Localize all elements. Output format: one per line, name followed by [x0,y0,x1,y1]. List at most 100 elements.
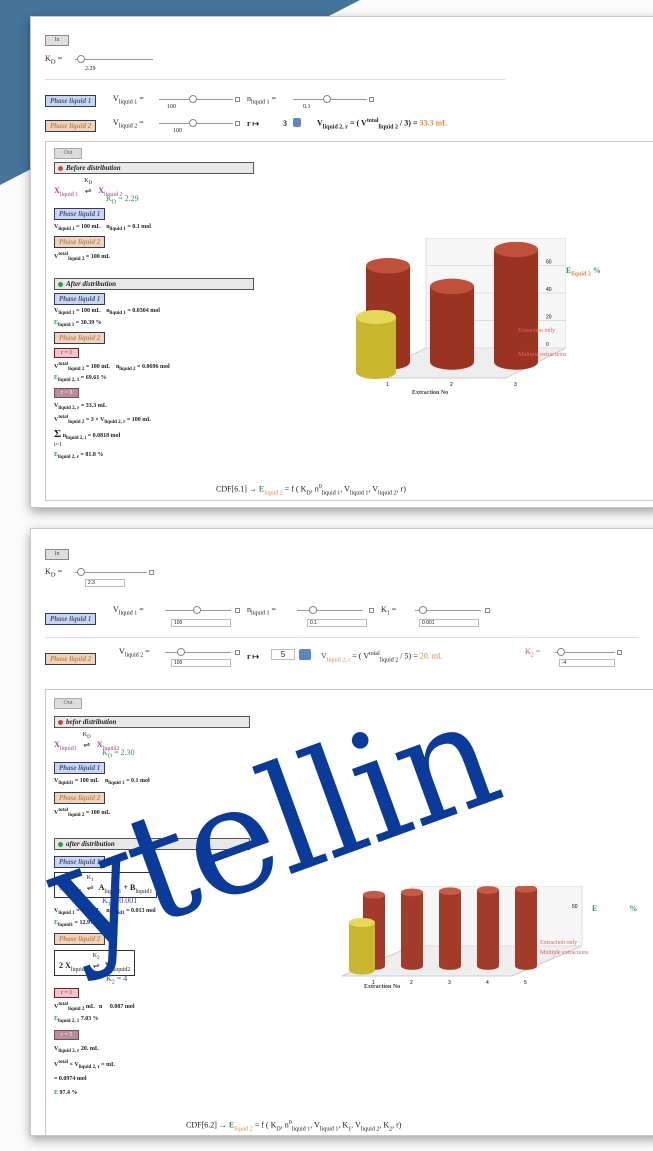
chart1-xlabel: Extraction No [412,390,449,396]
footer-formula-2: CDF[6.2] → Eliquid 2 = f ( KD, n0liquid … [186,1120,402,1133]
out-button-2[interactable]: Out [54,698,82,709]
r-stepper-icon-2[interactable] [299,649,311,660]
chart1-x-label: 1 [386,382,389,388]
panel-1: In KD = 2.29 Phase liquid 1 Vliquid 1 = … [30,16,653,508]
output-area: Out Before distribution Xliquid 1 KD ⇌ Xl… [45,141,653,501]
in-button[interactable]: In [45,35,69,46]
chart2-bar [401,888,423,970]
v1-value-2[interactable]: 100 [171,619,231,627]
r3-sum-bottom: i=1 [54,442,63,448]
after-header: After distribution [54,278,254,290]
separator [45,79,505,80]
vr-formula-2: Vliquid 2, r = ( Vtotalliquid 2 / 5) = 2… [321,651,443,664]
n-slider-2[interactable] [297,606,363,614]
k1-slider[interactable] [415,606,481,614]
v2-slider-2[interactable] [165,648,231,656]
k2-slider[interactable] [555,648,615,656]
r3-label: r = 3 [54,388,80,398]
n-plus-icon[interactable] [369,97,374,102]
after-phase2: Phase liquid 2 [54,332,106,344]
v2-label-2: Vliquid 2 = [119,647,150,659]
r3-e: Eliquid 2, r = 81.8 % [54,452,104,461]
kd-slider-2[interactable] [75,568,147,576]
r-value-2[interactable]: 5 [271,649,295,660]
before-phase1-2: Phase liquid 1 [54,762,106,774]
kd-label-2: KD = [45,567,63,579]
chart1-tick-label: 60 [546,260,552,266]
n-label-2: nliquid 1 = [247,605,277,617]
r-value: 3 [283,119,287,128]
chart1-x-label: 3 [514,382,517,388]
k1-label: K1 = [381,605,397,617]
r-stepper-icon[interactable] [293,118,301,127]
v2-slider[interactable] [159,119,233,127]
kd-plus-icon-2[interactable] [149,570,154,575]
chart1-x-label: 2 [450,382,453,388]
k1-plus-icon[interactable] [485,608,490,613]
separator-2 [45,637,639,638]
kd-display-2: KD = 2.30 [102,748,135,760]
n-value: 0.1 [303,104,311,110]
n-plus-icon-2[interactable] [369,608,374,613]
v2-label: Vliquid 2 = [113,118,144,130]
k2-plus-icon[interactable] [617,650,622,655]
after-e1: Eliquid 1 = 30.39 % [54,320,102,329]
in-button-2[interactable]: In [45,549,69,560]
v1-plus-icon-2[interactable] [235,608,240,613]
n-slider[interactable] [293,95,367,103]
v1-label: Vliquid 1 = [113,94,144,106]
kd-display: KD = 2.29 [106,194,139,206]
r5-line1: Vliquid 2, r 20. mL [54,1046,99,1055]
chart1-legend-1: Extraction only [518,328,556,334]
r1-e-2: Eliquid 2, 1 7.03 % [54,1016,99,1025]
v1-slider[interactable] [159,95,233,103]
v2-plus-icon[interactable] [235,121,240,126]
r3-line1: Vliquid 2, r = 33.3 mL [54,403,107,412]
chart1-tick-label: 40 [546,287,552,293]
n-value-2[interactable]: 0.1 [307,619,367,627]
chart2-single-bar [349,917,375,975]
vr-formula: Vliquid 2, r = ( Vtotalliquid 2 / 3) = 3… [317,118,448,131]
kd-value: 2.29 [85,66,96,72]
chart1-ylabel: Eliquid 2 % [566,266,601,278]
chart1-tick-label: 0 [546,342,549,348]
red-dot-icon-2 [58,719,63,725]
kd-label: KD = [45,54,63,66]
k2-value[interactable]: .4 [559,659,615,667]
k1-value[interactable]: 0.001 [419,619,479,627]
chart2-x-label: 2 [410,980,413,986]
before-header: Before distribution [54,162,254,174]
r5-line2: Vtotal × Vliquid 2, r = mL [54,1060,116,1071]
r3-line2: Vtotalliquid 2 = 3 × Vliquid 2, r = 100 … [54,415,152,426]
out-button[interactable]: Out [54,148,82,159]
v1-value: 100 [167,104,176,110]
phase-liquid-2-label: Phase liquid 2 [45,120,97,132]
after-phase1: Phase liquid 1 [54,293,106,305]
r-label: r ↦ [247,119,260,128]
v1-slider-2[interactable] [165,606,231,614]
chart-1: 020406080123 [356,238,566,388]
n-label: nliquid 1 = [247,94,277,106]
r5-sum: = 0.0974 mol [54,1076,87,1082]
v2-value: 100 [173,128,182,134]
green-dot-icon [58,281,63,287]
chart2-x-label: 5 [524,980,527,986]
v2-plus-icon-2[interactable] [235,650,240,655]
red-dot-icon [58,165,63,171]
before-line1: Vliquid 1 = 100 mL nliquid 1 = 0.1 mol [54,224,151,233]
r1-line1-2: Vtotalliquid 2 mL n 0.087 mol [54,1002,135,1013]
r-label-2: r ↦ [247,652,260,661]
chart2-xlabel: Extraction No [364,984,401,990]
phase-liquid-1-label-2: Phase liquid 1 [45,613,97,625]
r1-label: r = 1 [54,348,80,358]
r1-e: Eliquid 2, 1 = 69.61 % [54,375,107,384]
v2-value-2[interactable]: 100 [171,659,231,667]
kd-slider[interactable] [75,55,153,63]
v1-plus-icon[interactable] [235,97,240,102]
kd-value-2[interactable]: 2.3 [85,579,125,587]
chart-2: 501 2 3 4 5 [341,886,583,986]
chart2-tick-label: 50 [572,904,578,910]
r1-label-2: r = 1 [54,988,80,998]
chart2-legend-1: Extraction only [540,940,578,946]
chart2-x-label: 4 [486,980,489,986]
